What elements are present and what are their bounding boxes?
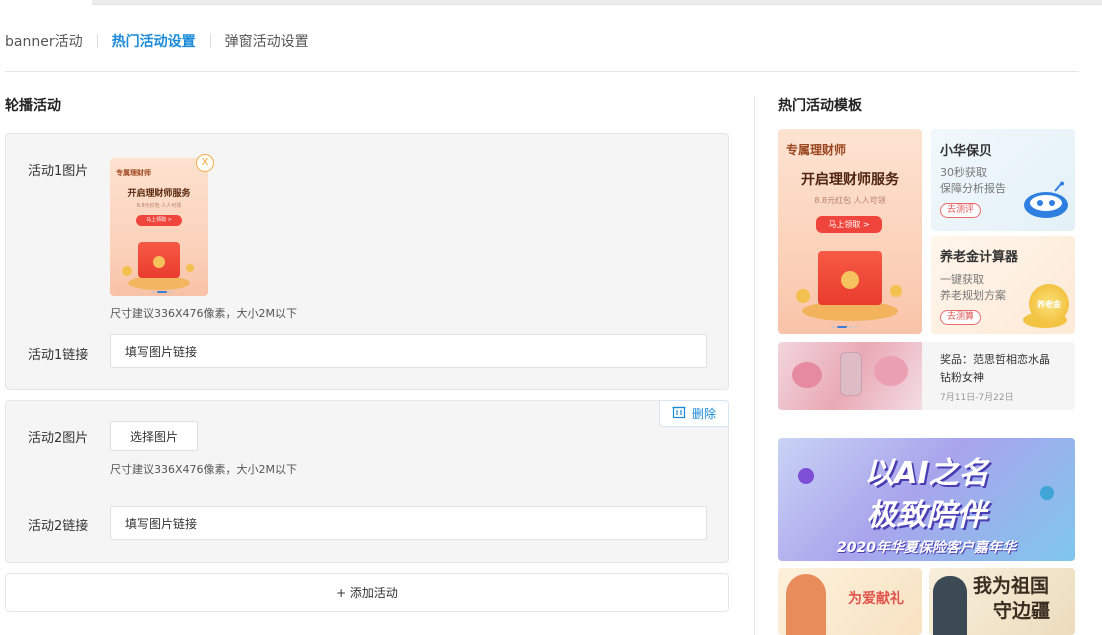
activity-2-link-label: 活动2链接 [28,519,89,534]
activity-1-card: 活动1图片 专属理财师 开启理财师服务 8.8元红包 人人可领 马上领取 > X… [5,133,729,390]
template-1-title: 开启理财师服务 [801,172,899,188]
delete-activity-2-button[interactable]: 删除 [659,400,729,427]
template-prize-crystal[interactable]: 奖品：范思哲相恋水晶 钻粉女神 7月11日-7月22日 [778,342,1075,410]
activity-2-size-hint: 尺寸建议336X476像素，大小2M以下 [110,463,298,476]
thumb-tag: 专属理财师 [116,169,151,177]
template-4-line1: 奖品：范思哲相恋水晶 [940,353,1050,366]
girl-illustration [786,574,826,635]
tab-divider [209,34,211,48]
template-2-button: 去测评 [940,203,982,218]
template-1-cta: 马上领取 > [816,216,882,233]
delete-label: 删除 [691,407,716,421]
banner-line-1: 以AI之名 [864,456,989,491]
tab-divider [96,34,98,48]
template-guard-border[interactable]: 我为祖国 守边疆 [929,568,1075,635]
remove-image-close-icon[interactable]: X [196,154,214,172]
column-divider [754,96,755,635]
template-2-title: 小华保贝 [940,144,993,159]
activity-1-link-input[interactable]: 填写图片链接 [110,334,707,368]
activity-1-image-thumbnail[interactable]: 专属理财师 开启理财师服务 8.8元红包 人人可领 马上领取 > [110,158,208,296]
tab-bar: banner活动 热门活动设置 弹窗活动设置 [5,30,309,52]
banner-line-2: 极致陪伴 [866,498,987,533]
activity-1-image-label: 活动1图片 [28,164,89,179]
template-1-tag: 专属理财师 [786,143,847,157]
thumb-cta-button: 马上领取 > [136,215,182,226]
template-pension-calculator[interactable]: 养老金计算器 一键获取 养老规划方案 去测算 养老金 [931,236,1075,334]
top-tab-strip [0,0,1102,5]
tab-underline-divider [5,71,1079,72]
thumb-title: 开启理财师服务 [127,189,191,199]
templates-section-title: 热门活动模板 [778,98,862,114]
template-xiaohua-baobei[interactable]: 小华保贝 30秒获取 保障分析报告 去测评 [931,129,1075,231]
soldier-illustration [933,576,967,635]
trash-icon [672,405,686,422]
carousel-section-title: 轮播活动 [5,98,61,114]
tab-banner[interactable]: banner活动 [5,31,83,51]
thumb-desc: 8.8元红包 人人可领 [136,203,182,209]
activity-2-link-input[interactable]: 填写图片链接 [110,506,707,540]
activity-1-size-hint: 尺寸建议336X476像素，大小2M以下 [110,307,298,320]
template-3-line1: 一键获取 [940,273,984,286]
thumb-carousel-dots [152,291,172,293]
choose-image-button[interactable]: 选择图片 [110,421,198,451]
template-3-line2: 养老规划方案 [940,289,1006,302]
template-2-line1: 30秒获取 [940,166,987,179]
add-activity-button[interactable]: + 添加活动 [5,573,729,612]
template-1-desc: 8.8元红包 人人可领 [814,196,886,205]
template-4-line2: 钻粉女神 [940,371,984,384]
perfume-flower-image [778,342,922,410]
template-1-carousel-dots [832,326,857,328]
banner-line-3: 2020年华夏保险客户嘉年华 [837,540,1016,556]
tab-hot-activity[interactable]: 热门活动设置 [112,31,196,51]
template-4-date: 7月11日-7月22日 [940,393,1014,403]
template-love-gift[interactable]: 为爱献礼 [778,568,922,635]
activity-1-link-label: 活动1链接 [28,348,89,363]
template-b2-line1: 我为祖国 [973,575,1050,597]
activity-2-image-label: 活动2图片 [28,431,89,446]
template-ai-carnival-banner[interactable]: 以AI之名 极致陪伴 2020年华夏保险客户嘉年华 [778,438,1075,561]
activity-2-card: 删除 活动2图片 选择图片 尺寸建议336X476像素，大小2M以下 活动2链接… [5,400,729,563]
template-b1-text: 为爱献礼 [848,591,904,607]
template-3-title: 养老金计算器 [940,250,1019,265]
tab-popup-activity[interactable]: 弹窗活动设置 [225,31,309,51]
template-b2-line2: 守边疆 [993,600,1051,622]
template-3-button: 去测算 [940,310,982,325]
template-wealth-advisor[interactable]: 专属理财师 开启理财师服务 8.8元红包 人人可领 马上领取 > [778,129,922,334]
coin-label: 养老金 [1029,284,1069,324]
template-2-line2: 保障分析报告 [940,182,1006,195]
